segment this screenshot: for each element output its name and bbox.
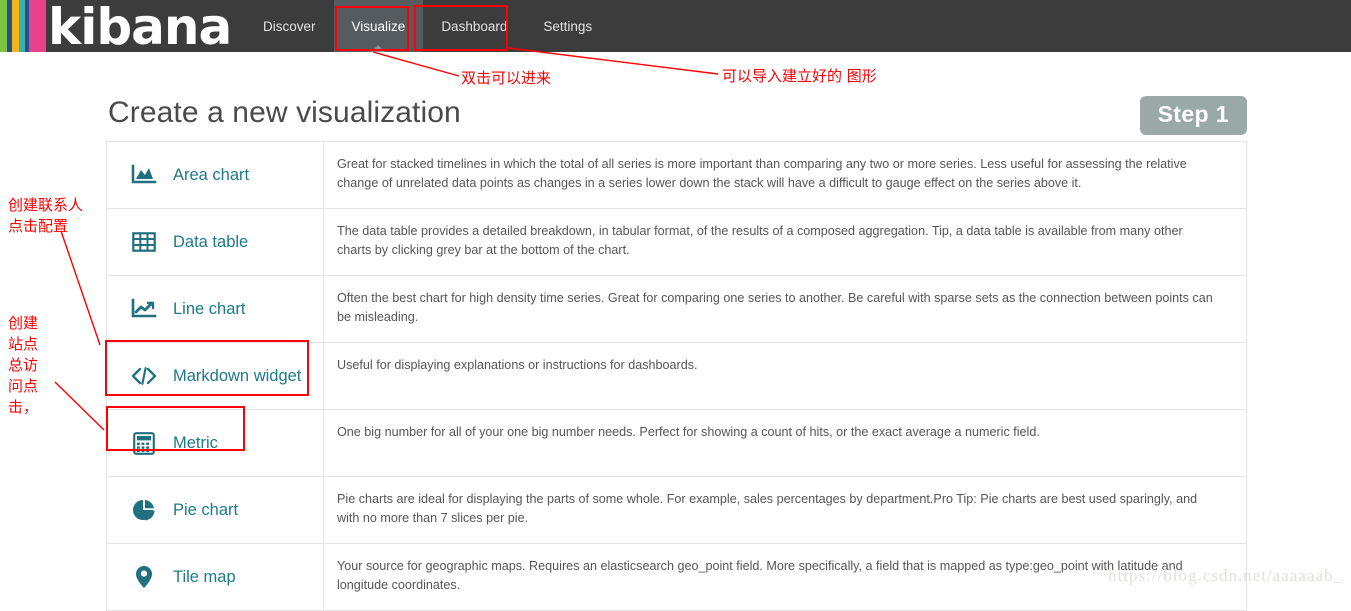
nav-tab-settings[interactable]: Settings — [525, 0, 611, 52]
top-navbar: kibana Discover Visualize Dashboard Sett… — [0, 0, 1351, 52]
vis-type-row-tile-map[interactable]: Tile map Your source for geographic maps… — [107, 544, 1246, 611]
vis-type-link-markdown-widget[interactable]: Markdown widget — [107, 343, 323, 409]
brand-wordmark: kibana — [48, 0, 232, 52]
vis-type-row-area-chart[interactable]: Area chart Great for stacked timelines i… — [107, 142, 1246, 209]
vis-type-description: Pie charts are ideal for displaying the … — [323, 477, 1246, 543]
annotation-dashboard-note: 可以导入建立好的 图形 — [722, 67, 877, 85]
vis-type-row-data-table[interactable]: Data table The data table provides a det… — [107, 209, 1246, 276]
vis-type-row-line-chart[interactable]: Line chart Often the best chart for high… — [107, 276, 1246, 343]
data-table-icon — [129, 228, 159, 256]
vis-type-link-metric[interactable]: Metric — [107, 410, 323, 476]
vis-type-label: Area chart — [173, 165, 250, 184]
vis-type-description: Often the best chart for high density ti… — [323, 276, 1246, 342]
vis-type-link-data-table[interactable]: Data table — [107, 209, 323, 275]
vis-type-label: Tile map — [173, 567, 236, 586]
vis-type-row-markdown-widget[interactable]: Markdown widget Useful for displaying ex… — [107, 343, 1246, 410]
annotation-left-note-bottom: 创建 站点 总访 问点 击， — [8, 314, 39, 416]
step-badge: Step 1 — [1139, 96, 1247, 135]
markdown-code-icon — [129, 362, 159, 390]
pie-chart-icon — [129, 496, 159, 524]
vis-type-link-area-chart[interactable]: Area chart — [107, 142, 323, 208]
nav-tab-discover[interactable]: Discover — [245, 0, 334, 52]
nav-tab-list: Discover Visualize Dashboard Settings — [245, 0, 611, 52]
annotation-visualize-note: 双击可以进来 — [461, 69, 552, 87]
tile-map-pin-icon — [129, 563, 159, 591]
vis-type-label: Metric — [173, 433, 218, 452]
nav-tab-visualize[interactable]: Visualize — [333, 0, 424, 52]
metric-calculator-icon — [129, 429, 159, 457]
vis-type-label: Data table — [173, 232, 249, 251]
vis-type-label: Line chart — [173, 299, 246, 318]
area-chart-icon — [129, 161, 159, 189]
watermark-text: https://blog.csdn.net/aaaaaab_ — [1108, 566, 1343, 585]
vis-type-link-tile-map[interactable]: Tile map — [107, 544, 323, 610]
line-chart-icon — [129, 295, 159, 323]
page-title: Create a new visualization — [108, 96, 461, 129]
vis-type-description: One big number for all of your one big n… — [323, 410, 1246, 476]
annotation-left-note-top: 创建联系人 点击配置 — [8, 196, 84, 235]
vis-type-row-metric[interactable]: Metric One big number for all of your on… — [107, 410, 1246, 477]
visualization-type-list: Area chart Great for stacked timelines i… — [106, 141, 1247, 611]
kibana-logo-icon — [0, 0, 46, 52]
vis-type-link-pie-chart[interactable]: Pie chart — [107, 477, 323, 543]
vis-type-link-line-chart[interactable]: Line chart — [107, 276, 323, 342]
vis-type-row-pie-chart[interactable]: Pie chart Pie charts are ideal for displ… — [107, 477, 1246, 544]
vis-type-description: The data table provides a detailed break… — [323, 209, 1246, 275]
vis-type-description: Great for stacked timelines in which the… — [323, 142, 1246, 208]
kibana-brand[interactable]: kibana — [0, 0, 245, 52]
vis-type-description: Useful for displaying explanations or in… — [323, 343, 1246, 409]
nav-tab-dashboard[interactable]: Dashboard — [423, 0, 526, 52]
vis-type-label: Markdown widget — [173, 366, 302, 385]
vis-type-label: Pie chart — [173, 500, 239, 519]
